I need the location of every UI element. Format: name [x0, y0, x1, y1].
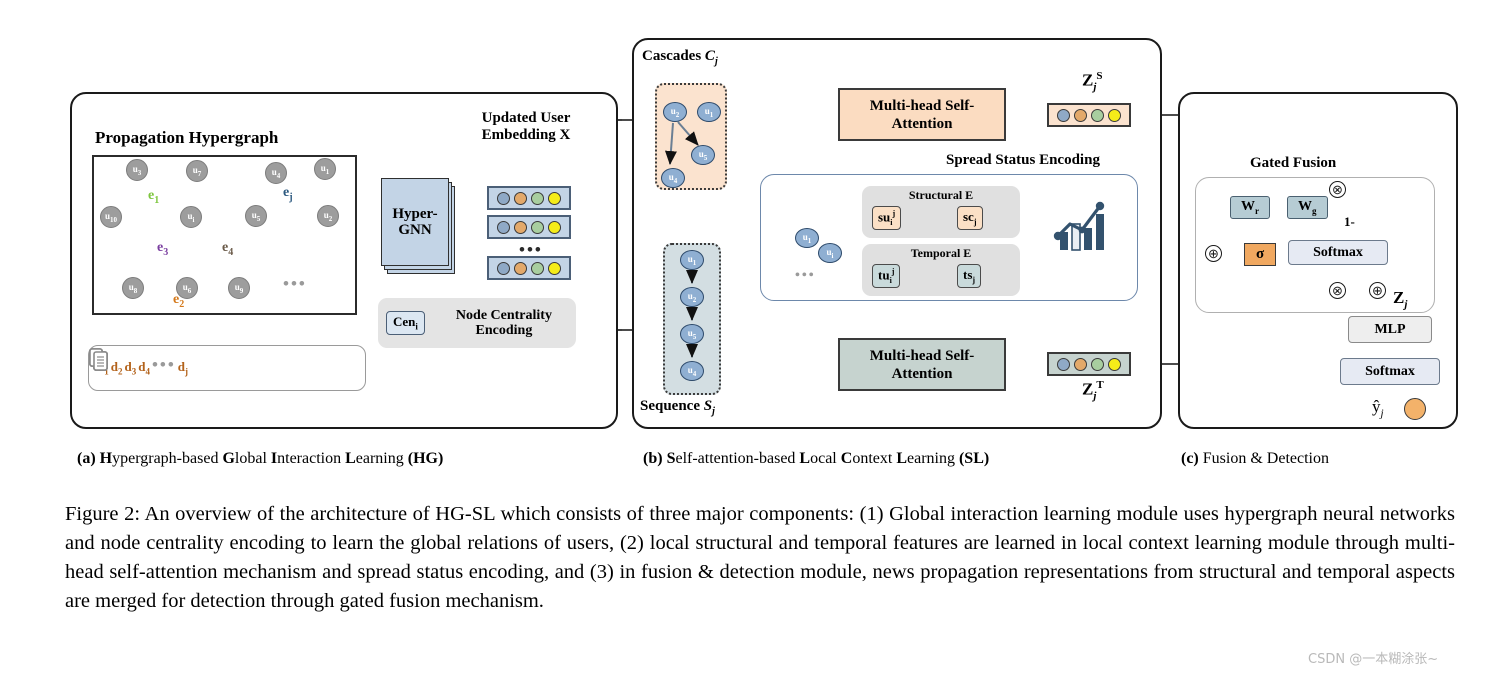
structural-group-label: Structural E	[908, 188, 974, 202]
cap-b-l2: L	[896, 450, 907, 467]
multi-head-self-attention-temporal[interactable]: Multi-head Self-Attention	[838, 338, 1006, 391]
cap-c-text: Fusion & Detection	[1202, 450, 1329, 467]
one-minus-label: 1-	[1344, 214, 1355, 229]
cap-b-t4: earning	[906, 450, 959, 467]
cap-a-prefix: (a)	[77, 450, 100, 467]
sse-node-ui[interactable]: ui	[818, 243, 842, 263]
embedding-dot-blue	[1057, 108, 1070, 122]
sigmoid-box[interactable]: σ	[1244, 243, 1277, 266]
cap-a-g: G	[222, 450, 235, 467]
multiply-op-top: ⊗	[1329, 181, 1346, 198]
cap-a-t4: earning	[355, 450, 408, 467]
sse-ellipsis: •••	[795, 268, 816, 283]
z-structural-label: ZjS	[1082, 70, 1103, 94]
cap-c-prefix: (c)	[1181, 450, 1203, 467]
chip-su[interactable]: suij	[872, 206, 902, 230]
chip-sc[interactable]: scj	[957, 206, 983, 230]
embedding-dot-yellow	[1108, 357, 1121, 371]
chip-ts[interactable]: tsj	[957, 264, 982, 288]
spread-status-encoding-title: Spread Status Encoding	[946, 152, 1100, 168]
cap-b-t1: elf-attention-based	[675, 450, 800, 467]
mlp-box[interactable]: MLP	[1348, 316, 1432, 343]
cap-b-tag: (SL)	[958, 450, 990, 467]
mha-temporal-label: Multi-head Self-Attention	[869, 347, 975, 382]
cap-b-prefix: (b)	[643, 450, 667, 467]
z-structural-bar	[1047, 103, 1131, 127]
cap-a-h: H	[99, 450, 113, 467]
cap-b-l: L	[799, 450, 811, 467]
add-op-input: ⊕	[1205, 245, 1222, 262]
cap-b-t3: ontext	[852, 450, 897, 467]
panel-b-caption: (b) Self-attention-based Local Context L…	[643, 450, 989, 468]
figure-caption: Figure 2: An overview of the architectur…	[65, 503, 1455, 613]
cap-a-t3: nteraction	[277, 450, 346, 467]
cap-b-t2: ocal	[810, 450, 841, 467]
cap-a-t2: lobal	[234, 450, 271, 467]
embedding-dot-green	[1091, 357, 1104, 371]
bar-chart-trend-icon	[1053, 201, 1105, 251]
multiply-op-bottom: ⊗	[1329, 282, 1346, 299]
multi-head-self-attention-structural[interactable]: Multi-head Self-Attention	[838, 88, 1006, 141]
embedding-dot-orange	[1074, 108, 1087, 122]
weight-box-reset[interactable]: Wr	[1230, 196, 1270, 219]
sse-node-u1[interactable]: u1	[795, 228, 819, 248]
embedding-dot-green	[1091, 108, 1104, 122]
temporal-group-label: Temporal E	[910, 246, 972, 260]
softmax-gate-box[interactable]: Softmax	[1288, 240, 1388, 265]
cap-a-t1: ypergraph-based	[112, 450, 223, 467]
cap-a-l: L	[345, 450, 356, 467]
figure-root: Propagation Hypergraph u10 u3 u7 ui u8 u…	[0, 0, 1511, 677]
watermark: CSDN @一本糊涂张~	[1308, 652, 1439, 667]
z-fused-label: Zj	[1393, 288, 1408, 311]
weight-box-gate[interactable]: Wg	[1287, 196, 1328, 219]
add-op-merge: ⊕	[1369, 282, 1386, 299]
panel-a-caption: (a) Hypergraph-based Global Interaction …	[77, 450, 443, 468]
chip-tu[interactable]: tuij	[872, 264, 901, 288]
mha-structural-label: Multi-head Self-Attention	[869, 97, 975, 132]
softmax-output-box[interactable]: Softmax	[1340, 358, 1440, 385]
prediction-output-node	[1404, 398, 1426, 420]
z-temporal-label: ZjT	[1082, 379, 1104, 403]
yhat-label: ŷj	[1372, 397, 1384, 420]
panel-c-caption: (c) Fusion & Detection	[1181, 450, 1329, 468]
z-temporal-bar	[1047, 352, 1131, 376]
embedding-dot-yellow	[1108, 108, 1121, 122]
embedding-dot-orange	[1074, 357, 1087, 371]
embedding-dot-blue	[1057, 357, 1070, 371]
gated-fusion-title: Gated Fusion	[1250, 155, 1337, 171]
cap-b-c: C	[840, 450, 853, 467]
cap-a-tag: (HG)	[407, 450, 444, 467]
